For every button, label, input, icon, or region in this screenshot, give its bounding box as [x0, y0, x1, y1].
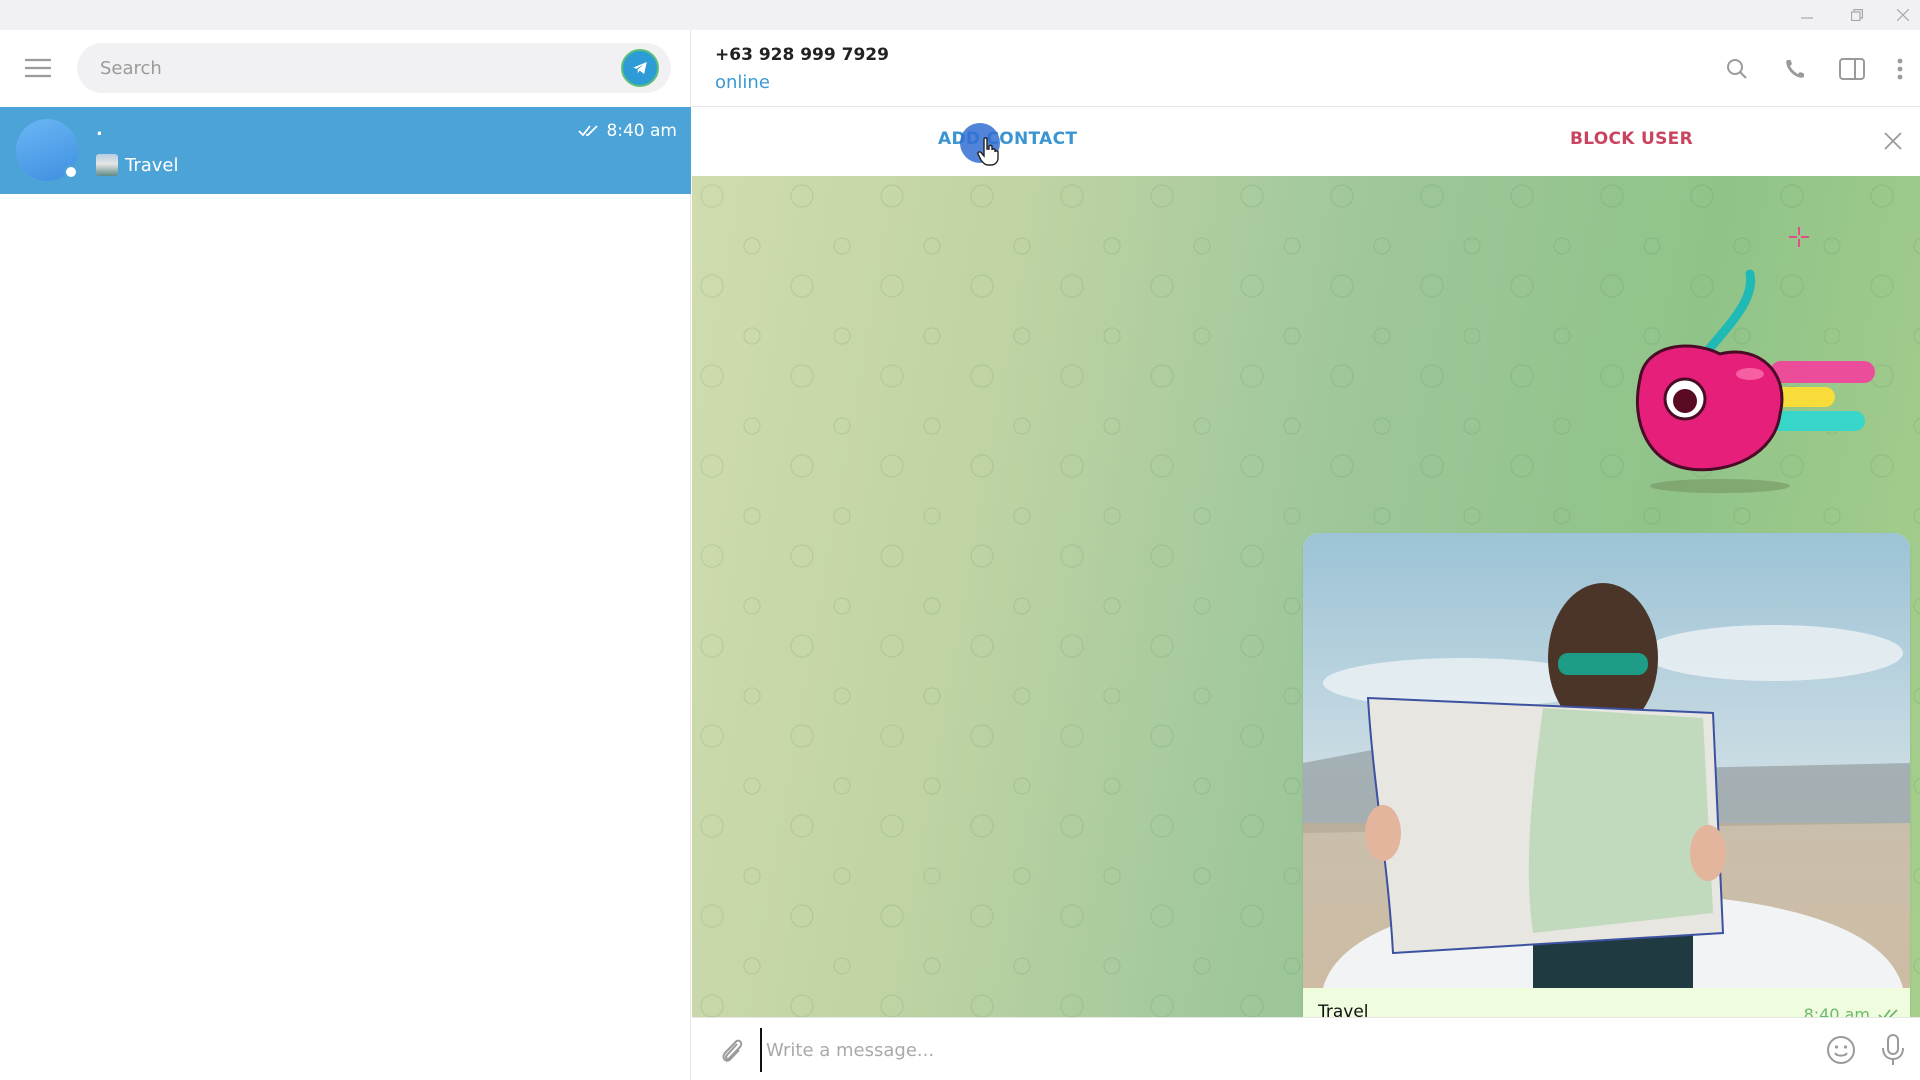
cherry-sticker[interactable]	[1610, 264, 1890, 504]
chat-header: +63 928 999 7929 online	[692, 30, 1920, 107]
chat-name: .	[96, 119, 103, 140]
minimize-icon	[1801, 17, 1813, 19]
sidebar: . 8:40 am Travel	[0, 30, 691, 1080]
peer-status: online	[715, 72, 770, 93]
block-user-button[interactable]: BLOCK USER	[1570, 129, 1693, 149]
peer-name[interactable]: +63 928 999 7929	[715, 45, 889, 65]
call-button[interactable]	[1775, 49, 1815, 89]
chat-preview-text: Travel	[125, 154, 179, 176]
voice-record-button[interactable]	[1872, 1028, 1914, 1072]
sidebar-header	[0, 30, 691, 107]
message-photo[interactable]	[1303, 533, 1910, 988]
chat-preview: Travel	[96, 154, 179, 176]
compose-bar	[692, 1017, 1920, 1080]
close-window-button[interactable]	[1880, 0, 1920, 30]
sticker-speed-lines	[1770, 361, 1875, 431]
more-vertical-icon	[1897, 58, 1903, 80]
emoji-button[interactable]	[1820, 1029, 1862, 1071]
search-input[interactable]	[100, 43, 600, 93]
search-box	[77, 43, 671, 93]
hamburger-menu-icon	[25, 58, 51, 78]
restore-button[interactable]	[1834, 0, 1880, 30]
chat-list-item[interactable]: . 8:40 am Travel	[0, 107, 691, 194]
photo-thumbnail-icon	[96, 154, 118, 176]
online-indicator	[64, 165, 78, 179]
search-button[interactable]	[1717, 49, 1757, 89]
close-icon	[1897, 9, 1909, 21]
sidebar-toggle-icon	[1839, 58, 1865, 80]
add-contact-button[interactable]: ADD CONTACT	[938, 129, 1077, 149]
more-button[interactable]	[1880, 49, 1920, 89]
toggle-sidebar-button[interactable]	[1832, 49, 1872, 89]
smiley-icon	[1827, 1036, 1855, 1064]
chat-time: 8:40 am	[606, 121, 677, 141]
phone-icon	[1786, 60, 1804, 78]
attach-button[interactable]	[712, 1030, 752, 1070]
close-action-bar-button[interactable]	[1876, 124, 1910, 158]
chat-time-wrap: 8:40 am	[578, 121, 677, 141]
double-check-icon	[578, 125, 599, 137]
restore-icon	[1851, 9, 1863, 21]
message-input[interactable]	[760, 1028, 1780, 1072]
chat-panel: +63 928 999 7929 online ADD CONTACT BLOC…	[692, 30, 1920, 1080]
microphone-icon	[1882, 1034, 1904, 1065]
photo-message[interactable]: Travel 8:40 am	[1303, 533, 1910, 1038]
message-area[interactable]: Travel 8:40 am	[692, 176, 1920, 1047]
telegram-plane-icon	[633, 62, 647, 74]
hand-cursor-icon	[977, 137, 999, 166]
menu-button[interactable]	[20, 52, 56, 84]
sparkle-icon	[1789, 227, 1809, 247]
minimize-button[interactable]	[1784, 0, 1830, 30]
window-titlebar	[0, 0, 1920, 30]
connection-status-button[interactable]	[621, 49, 659, 87]
paperclip-icon	[722, 1039, 743, 1062]
search-icon	[1727, 59, 1747, 79]
close-icon	[1884, 132, 1902, 150]
contact-action-bar: ADD CONTACT BLOCK USER	[692, 107, 1920, 176]
